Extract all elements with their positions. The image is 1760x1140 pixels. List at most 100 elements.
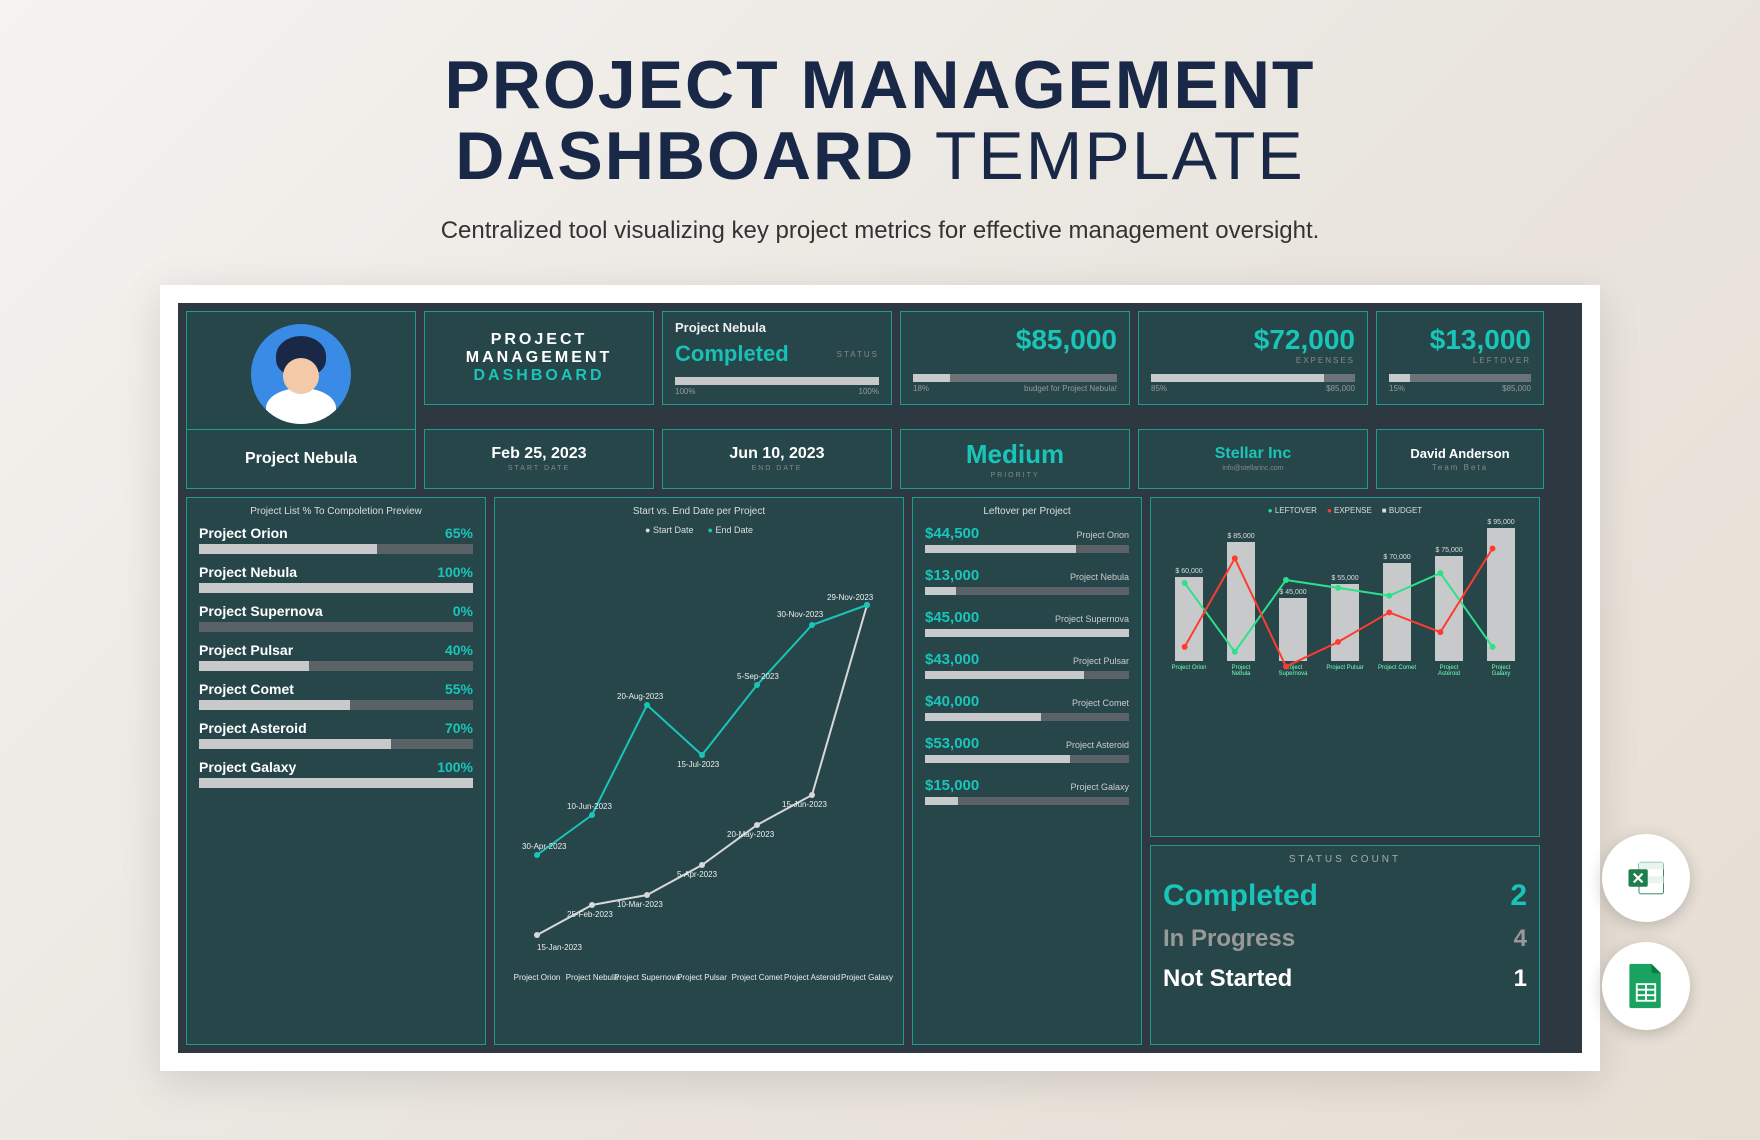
expenses-label: EXPENSES	[1296, 356, 1355, 365]
completion-row: Project Asteroid70%	[199, 720, 473, 749]
svg-text:20-Aug-2023: 20-Aug-2023	[617, 692, 664, 701]
timeline-chart-panel: Start vs. End Date per Project Start Dat…	[494, 497, 904, 1045]
svg-text:30-Apr-2023: 30-Apr-2023	[522, 842, 567, 851]
budget-card: $85,000 18%budget for Project Nebula!	[900, 311, 1130, 405]
logo-line3: DASHBOARD	[474, 367, 605, 385]
legend-leftover: LEFTOVER	[1268, 506, 1317, 515]
owner-card: David Anderson Team Beta	[1376, 429, 1544, 489]
download-buttons	[1602, 834, 1690, 1030]
status-inprogress-row: In Progress 4	[1163, 925, 1527, 953]
expenses-progress-bar	[1151, 374, 1355, 382]
svg-text:25-Feb-2023: 25-Feb-2023	[567, 910, 613, 919]
dashboard: PROJECT MANAGEMENT DASHBOARD Project Neb…	[178, 303, 1582, 1053]
company-email: info@stellarinc.com	[1222, 465, 1283, 472]
svg-text:15-Jun-2023: 15-Jun-2023	[782, 800, 827, 809]
leftover-row: $15,000Project Galaxy	[925, 777, 1129, 805]
excel-button[interactable]	[1602, 834, 1690, 922]
leftover-row: $44,500Project Orion	[925, 525, 1129, 553]
excel-icon	[1625, 857, 1667, 899]
end-date-card: Jun 10, 2023 END DATE	[662, 429, 892, 489]
end-date-label: END DATE	[752, 465, 803, 472]
leftover-panel: Leftover per Project $44,500Project Orio…	[912, 497, 1142, 1045]
status-panel: STATUS COUNT Completed 2 In Progress 4 N…	[1150, 845, 1540, 1045]
completion-title: Project List % To Compoletion Preview	[199, 506, 473, 517]
status-title: STATUS COUNT	[1163, 854, 1527, 865]
status-card: Project Nebula Completed STATUS 100%100%	[662, 311, 892, 405]
combo-bar: $ 45,000Project Supernova	[1274, 589, 1312, 679]
leftover-progress-bar	[1389, 374, 1531, 382]
top-cards-row: PROJECT MANAGEMENT DASHBOARD Project Neb…	[186, 311, 1574, 421]
start-date-card: Feb 25, 2023 START DATE	[424, 429, 654, 489]
leftover-label: LEFTOVER	[1473, 356, 1531, 365]
leftover-row: $43,000Project Pulsar	[925, 651, 1129, 679]
priority-label: PRIORITY	[990, 472, 1039, 479]
combo-bar: $ 55,000Project Pulsar	[1326, 575, 1364, 679]
legend-budget: BUDGET	[1382, 506, 1422, 515]
expenses-card: $72,000 EXPENSES 85%$85,000	[1138, 311, 1368, 405]
leftover-row: $13,000Project Nebula	[925, 567, 1129, 595]
expenses-value: $72,000	[1151, 324, 1355, 356]
combo-bar: $ 75,000Project Asteroid	[1430, 547, 1468, 679]
completion-row: Project Galaxy100%	[199, 759, 473, 788]
combo-bar: $ 70,000Project Comet	[1378, 554, 1416, 679]
leftover-row: $53,000Project Asteroid	[925, 735, 1129, 763]
legend-end: End Date	[708, 525, 753, 535]
leftover-card: $13,000 LEFTOVER 15%$85,000	[1376, 311, 1544, 405]
leftover-row: $45,000Project Supernova	[925, 609, 1129, 637]
start-date: Feb 25, 2023	[491, 445, 586, 463]
hero-subtitle: Centralized tool visualizing key project…	[0, 217, 1760, 245]
hero-line1: PROJECT MANAGEMENT	[0, 50, 1760, 121]
logo-line1: PROJECT	[491, 331, 588, 349]
sheets-icon	[1627, 962, 1665, 1010]
svg-text:Project Asteroid: Project Asteroid	[784, 973, 840, 982]
hero-line2: DASHBOARD TEMPLATE	[0, 121, 1760, 192]
svg-text:Project Galaxy: Project Galaxy	[841, 973, 893, 982]
completion-row: Project Comet55%	[199, 681, 473, 710]
leftover-value: $13,000	[1389, 324, 1531, 356]
selected-project: Project Nebula	[245, 450, 357, 468]
combo-bar: $ 60,000Project Orion	[1170, 568, 1208, 679]
priority-value: Medium	[966, 439, 1064, 470]
completion-row: Project Orion65%	[199, 525, 473, 554]
company-card: Stellar Inc info@stellarinc.com	[1138, 429, 1368, 489]
company-name: Stellar Inc	[1215, 445, 1291, 463]
main-panels-row: Project List % To Compoletion Preview Pr…	[186, 497, 1574, 1045]
svg-text:10-Jun-2023: 10-Jun-2023	[567, 802, 612, 811]
status-progress-bar	[675, 377, 879, 385]
meta-cards-row: Project Nebula Feb 25, 2023 START DATE J…	[186, 429, 1574, 489]
timeline-chart-title: Start vs. End Date per Project	[507, 506, 891, 517]
combo-chart-panel: LEFTOVER EXPENSE BUDGET $ 60,000Project …	[1150, 497, 1540, 837]
svg-text:Project Comet: Project Comet	[732, 973, 783, 982]
completion-panel: Project List % To Compoletion Preview Pr…	[186, 497, 486, 1045]
project-name: Project Nebula	[675, 320, 879, 335]
dashboard-frame: PROJECT MANAGEMENT DASHBOARD Project Neb…	[160, 285, 1600, 1071]
svg-text:Project Pulsar: Project Pulsar	[677, 973, 727, 982]
combo-bar: $ 85,000Project Nebula	[1222, 533, 1260, 679]
svg-text:5-Apr-2023: 5-Apr-2023	[677, 870, 718, 879]
svg-text:Project Orion: Project Orion	[514, 973, 561, 982]
avatar-card	[186, 311, 416, 433]
completion-row: Project Pulsar40%	[199, 642, 473, 671]
priority-card: Medium PRIORITY	[900, 429, 1130, 489]
completion-row: Project Nebula100%	[199, 564, 473, 593]
status-completed-row: Completed 2	[1163, 879, 1527, 913]
svg-text:15-Jan-2023: 15-Jan-2023	[537, 943, 582, 952]
svg-text:Project Supernova: Project Supernova	[614, 973, 680, 982]
timeline-chart: 15-Jan-2023 25-Feb-2023 10-Mar-2023 5-Ap…	[507, 555, 907, 985]
logo-line2: MANAGEMENT	[466, 349, 612, 367]
completion-row: Project Supernova0%	[199, 603, 473, 632]
svg-text:10-Mar-2023: 10-Mar-2023	[617, 900, 663, 909]
selected-project-card[interactable]: Project Nebula	[186, 429, 416, 489]
budget-progress-bar	[913, 374, 1117, 382]
hero-title: PROJECT MANAGEMENT DASHBOARD TEMPLATE	[0, 0, 1760, 193]
owner-team: Team Beta	[1432, 463, 1488, 472]
svg-text:15-Jul-2023: 15-Jul-2023	[677, 760, 720, 769]
budget-value: $85,000	[913, 324, 1117, 356]
leftover-title: Leftover per Project	[925, 506, 1129, 517]
status-label: STATUS	[837, 350, 879, 359]
logo-card: PROJECT MANAGEMENT DASHBOARD	[424, 311, 654, 405]
svg-text:5-Sep-2023: 5-Sep-2023	[737, 672, 779, 681]
sheets-button[interactable]	[1602, 942, 1690, 1030]
owner-name: David Anderson	[1410, 446, 1509, 461]
svg-text:20-May-2023: 20-May-2023	[727, 830, 775, 839]
